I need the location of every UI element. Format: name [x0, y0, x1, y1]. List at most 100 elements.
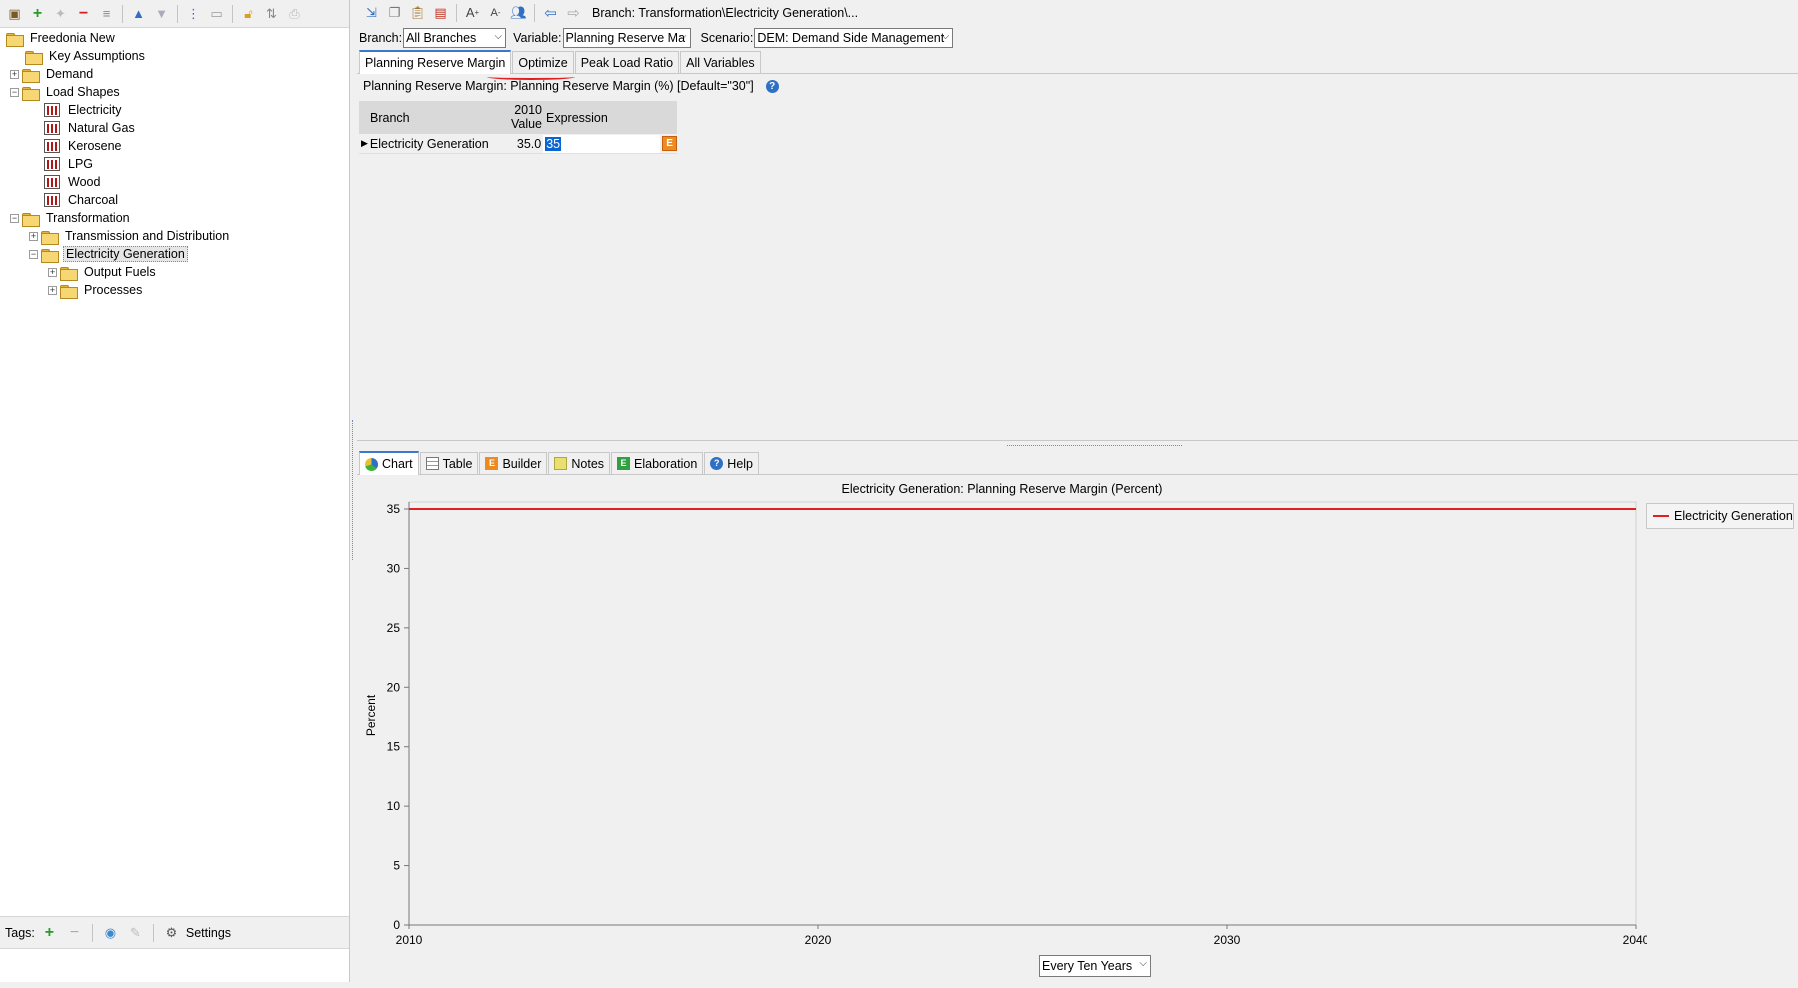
- tree-item-load-shape[interactable]: Charcoal: [0, 191, 349, 209]
- tree-item-root[interactable]: Freedonia New: [0, 29, 349, 47]
- tab-optimize[interactable]: Optimize: [512, 51, 574, 73]
- add-tag-icon[interactable]: +: [39, 922, 60, 943]
- font-decrease-icon[interactable]: A-: [485, 2, 506, 23]
- expression-builder-button[interactable]: E: [662, 136, 677, 151]
- tree-icon[interactable]: ⋮: [183, 3, 204, 24]
- y-axis-label: Percent: [364, 694, 378, 736]
- paste-icon[interactable]: ⇲: [361, 2, 382, 23]
- tab-help[interactable]: ? Help: [704, 452, 760, 474]
- table-row[interactable]: ▶ Electricity Generation 35.0 35 E: [359, 134, 677, 154]
- tab-all-variables[interactable]: All Variables: [680, 51, 761, 73]
- tree-panel: ▣ + ✦ − ≡ ▲ ▼ ⋮ ▭ 🔓︎ ⇅ ⎙ Freedonia New K…: [0, 0, 350, 982]
- load-shape-icon: [44, 175, 60, 189]
- tree-item-label: Freedonia New: [30, 31, 115, 45]
- column-header-branch[interactable]: Branch: [359, 101, 507, 134]
- splitter-grip[interactable]: [352, 420, 355, 560]
- folder-icon: [60, 284, 78, 299]
- y-tick-label: 10: [387, 799, 401, 813]
- export-icon[interactable]: ▤: [430, 2, 451, 23]
- y-tick-label: 30: [387, 561, 401, 575]
- tag-clear-icon[interactable]: ✎: [125, 922, 146, 943]
- load-shape-icon: [44, 103, 60, 117]
- column-header-expression[interactable]: Expression: [542, 101, 677, 134]
- tree-item-load-shape[interactable]: Natural Gas: [0, 119, 349, 137]
- chevron-down-icon: ⌵: [494, 30, 503, 42]
- builder-icon: E: [485, 457, 499, 470]
- toolbar-divider: [534, 3, 535, 22]
- tree-item-load-shape[interactable]: LPG: [0, 155, 349, 173]
- add-icon[interactable]: +: [27, 3, 48, 24]
- branch-select-value: All Branches: [406, 30, 477, 45]
- row-selector-icon: ▶: [360, 138, 368, 148]
- scenario-select-value: DEM: Demand Side Management: [757, 30, 945, 45]
- settings-button[interactable]: Settings: [186, 926, 231, 940]
- splitter-grip[interactable]: [1007, 442, 1182, 446]
- vertical-splitter[interactable]: [350, 0, 357, 982]
- selector-row: Branch: All Branches ⌵ Variable: Plannin…: [357, 25, 1798, 50]
- collapse-icon[interactable]: −: [29, 249, 38, 259]
- tree-item-transmission[interactable]: + Transmission and Distribution: [0, 227, 349, 245]
- collapse-icon[interactable]: −: [10, 213, 19, 223]
- tab-planning-reserve-margin[interactable]: Planning Reserve Margin: [359, 50, 512, 74]
- variable-select[interactable]: Planning Reserve Ma ⌵: [562, 27, 691, 48]
- copy-icon[interactable]: ❐: [384, 2, 405, 23]
- tree-item-processes[interactable]: + Processes: [0, 281, 349, 299]
- expand-icon[interactable]: +: [29, 231, 38, 241]
- interval-select[interactable]: Every Ten Years ⌵: [1039, 955, 1151, 977]
- branch-tree[interactable]: Freedonia New Key Assumptions + Demand −…: [0, 28, 349, 299]
- load-shape-icon: [44, 157, 60, 171]
- back-icon[interactable]: ⇦: [540, 2, 561, 23]
- collapse-icon[interactable]: −: [10, 87, 19, 97]
- properties-icon[interactable]: ▣: [4, 3, 25, 24]
- lock-icon[interactable]: 🔓︎: [238, 3, 259, 24]
- tree-item-label: Electricity Generation: [63, 246, 188, 262]
- expand-icon[interactable]: +: [48, 285, 57, 295]
- y-tick-label: 15: [387, 740, 401, 754]
- add-disabled-icon[interactable]: ✦: [50, 3, 71, 24]
- tab-builder[interactable]: E Builder: [479, 452, 548, 474]
- settings-icon[interactable]: ⚙: [161, 922, 182, 943]
- tree-item-transformation[interactable]: − Transformation: [0, 209, 349, 227]
- tab-elaboration[interactable]: E Elaboration: [611, 452, 704, 474]
- tree-item-load-shape[interactable]: Kerosene: [0, 137, 349, 155]
- chart-icon: [365, 457, 378, 471]
- tab-peak-load-ratio[interactable]: Peak Load Ratio: [574, 51, 680, 73]
- tree-item-load-shapes[interactable]: − Load Shapes: [0, 83, 349, 101]
- tree-item-load-shape[interactable]: Wood: [0, 173, 349, 191]
- sort-icon[interactable]: ⇅: [261, 3, 282, 24]
- scenario-select[interactable]: DEM: Demand Side Management ⌵: [754, 27, 954, 48]
- tree-item-key-assumptions[interactable]: Key Assumptions: [0, 47, 349, 65]
- users-icon[interactable]: 👥︎: [508, 2, 529, 23]
- tag-color-icon[interactable]: ◉: [100, 922, 121, 943]
- tab-table[interactable]: Table: [419, 452, 479, 474]
- tab-chart[interactable]: Chart: [359, 451, 419, 475]
- folder-icon[interactable]: ▭: [206, 3, 227, 24]
- legend-swatch: [1653, 515, 1669, 517]
- chevron-down-icon: ⌵: [1139, 958, 1147, 969]
- print-icon[interactable]: ⎙: [284, 3, 305, 24]
- tab-notes[interactable]: Notes: [548, 452, 611, 474]
- font-increase-icon[interactable]: A +: [462, 2, 483, 23]
- remove-all-icon[interactable]: ≡: [96, 3, 117, 24]
- column-header-value[interactable]: 2010 Value: [507, 101, 542, 134]
- tree-item-output-fuels[interactable]: + Output Fuels: [0, 263, 349, 281]
- tree-toolbar: ▣ + ✦ − ≡ ▲ ▼ ⋮ ▭ 🔓︎ ⇅ ⎙: [0, 0, 349, 28]
- tree-item-electricity-generation[interactable]: − Electricity Generation: [0, 245, 349, 263]
- tags-list[interactable]: [0, 948, 349, 982]
- branch-select[interactable]: All Branches ⌵: [403, 27, 507, 48]
- expression-input[interactable]: 35: [543, 134, 661, 153]
- help-icon[interactable]: ?: [765, 79, 779, 93]
- tree-item-demand[interactable]: + Demand: [0, 65, 349, 83]
- tab-label: Optimize: [518, 55, 568, 70]
- expand-icon[interactable]: +: [10, 69, 19, 79]
- remove-icon[interactable]: −: [73, 3, 94, 24]
- tree-item-load-shape[interactable]: Electricity: [0, 101, 349, 119]
- clipboard-icon[interactable]: 📋︎: [407, 2, 428, 23]
- move-up-icon[interactable]: ▲: [128, 3, 149, 24]
- variable-tabs: Planning Reserve Margin Optimize Peak Lo…: [357, 50, 1798, 74]
- remove-tag-icon[interactable]: −: [64, 922, 85, 943]
- move-down-icon[interactable]: ▼: [151, 3, 172, 24]
- expand-icon[interactable]: +: [48, 267, 57, 277]
- horizontal-splitter[interactable]: [357, 440, 1798, 448]
- forward-icon[interactable]: ⇨: [563, 2, 584, 23]
